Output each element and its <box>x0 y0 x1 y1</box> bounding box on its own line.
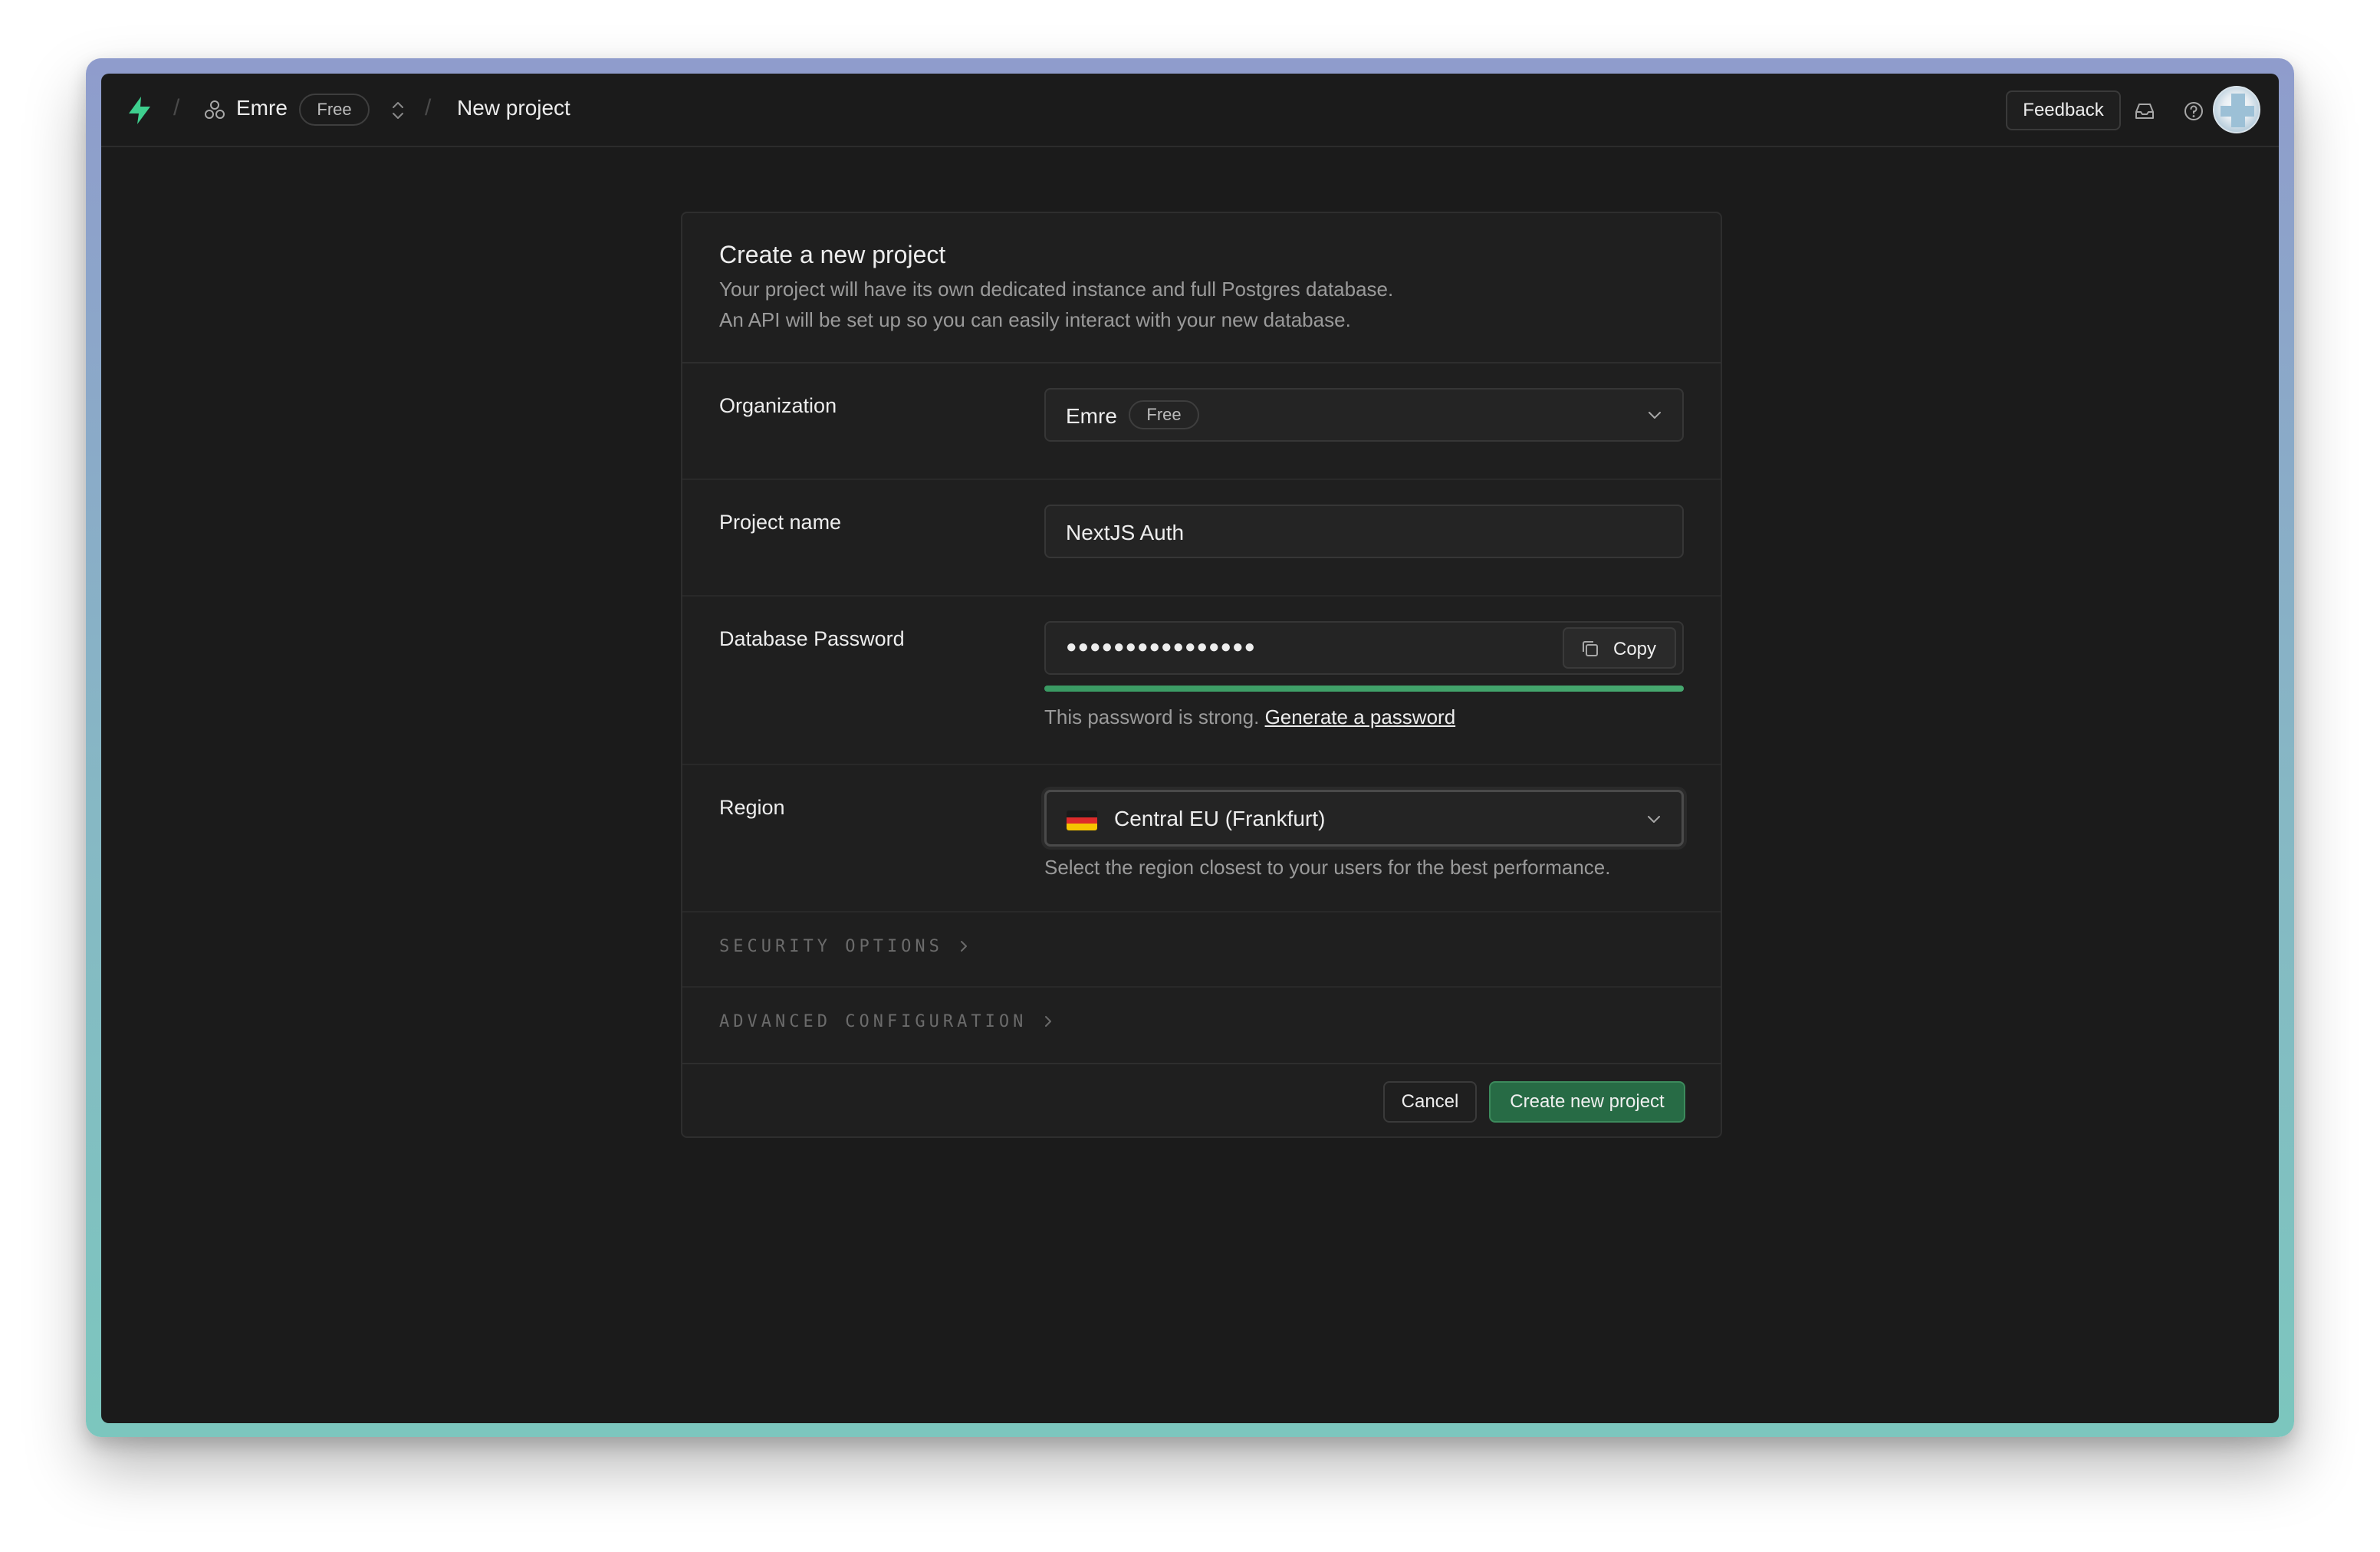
feedback-button[interactable]: Feedback <box>2006 90 2121 130</box>
security-options-label: SECURITY OPTIONS <box>719 937 943 956</box>
card-header: Create a new project Your project will h… <box>682 213 1721 363</box>
help-icon[interactable] <box>2182 100 2205 123</box>
germany-flag-icon <box>1067 811 1097 830</box>
copy-icon <box>1583 641 1598 656</box>
copy-button-label: Copy <box>1613 639 1657 659</box>
organization-select[interactable]: Emre Free <box>1044 388 1684 442</box>
organization-plan-badge: Free <box>1129 400 1199 429</box>
organization-select-value: Emre <box>1066 404 1117 428</box>
project-name-label: Project name <box>719 511 842 534</box>
window-frame: / Emre Free / New project Feedback Creat… <box>86 58 2294 1437</box>
chevron-right-icon <box>1044 1016 1051 1027</box>
row-divider <box>682 764 1721 765</box>
plan-badge: Free <box>299 94 370 126</box>
card-title: Create a new project <box>719 241 946 268</box>
inbox-icon[interactable] <box>2133 100 2156 123</box>
advanced-configuration-label: ADVANCED CONFIGURATION <box>719 1012 1027 1031</box>
password-strength-bar <box>1044 686 1684 692</box>
advanced-configuration-toggle[interactable]: ADVANCED CONFIGURATION <box>719 1012 1054 1031</box>
row-divider <box>682 911 1721 912</box>
project-name-value: NextJS Auth <box>1066 521 1185 544</box>
region-hint: Select the region closest to your users … <box>1044 856 1611 879</box>
user-avatar[interactable] <box>2213 86 2260 133</box>
password-masked-value: ●●●●●●●●●●●●●●●● <box>1066 636 1256 657</box>
password-strength-fill <box>1044 686 1684 692</box>
row-divider <box>682 478 1721 480</box>
breadcrumb-current-page: New project <box>457 96 570 120</box>
region-select[interactable]: Central EU (Frankfurt) <box>1044 790 1684 847</box>
region-select-value: Central EU (Frankfurt) <box>1114 807 1326 830</box>
app-window: / Emre Free / New project Feedback Creat… <box>101 74 2279 1423</box>
row-divider <box>682 595 1721 597</box>
generate-password-link[interactable]: Generate a password <box>1265 705 1456 728</box>
footer-divider <box>682 1063 1721 1064</box>
chevron-right-icon <box>961 941 968 952</box>
security-options-toggle[interactable]: SECURITY OPTIONS <box>719 937 969 956</box>
database-password-input[interactable]: ●●●●●●●●●●●●●●●● Copy <box>1044 621 1684 675</box>
region-label: Region <box>719 796 785 819</box>
create-project-button[interactable]: Create new project <box>1489 1081 1685 1123</box>
top-bar: / Emre Free / New project Feedback <box>101 74 2279 147</box>
copy-password-button[interactable]: Copy <box>1563 627 1676 669</box>
chevron-down-icon <box>1648 816 1660 823</box>
password-strength-text: This password is strong. <box>1044 705 1260 728</box>
supabase-logo-icon[interactable] <box>124 95 155 126</box>
card-description-line1: Your project will have its own dedicated… <box>719 278 1394 301</box>
create-project-card: Create a new project Your project will h… <box>681 212 1722 1138</box>
card-description-line2: An API will be set up so you can easily … <box>719 308 1351 331</box>
breadcrumb-org-name[interactable]: Emre <box>236 96 288 120</box>
organization-label: Organization <box>719 394 837 417</box>
database-password-label: Database Password <box>719 627 905 650</box>
breadcrumb-separator: / <box>425 95 432 120</box>
row-divider <box>682 986 1721 988</box>
password-strength-hint: This password is strong. Generate a pass… <box>1044 705 1455 729</box>
breadcrumb-separator: / <box>173 95 180 120</box>
project-name-input[interactable]: NextJS Auth <box>1044 505 1684 558</box>
chevron-down-icon <box>1649 412 1661 419</box>
cancel-button[interactable]: Cancel <box>1383 1081 1477 1123</box>
organization-icon <box>205 100 225 119</box>
chevron-up-down-icon[interactable] <box>388 98 408 123</box>
